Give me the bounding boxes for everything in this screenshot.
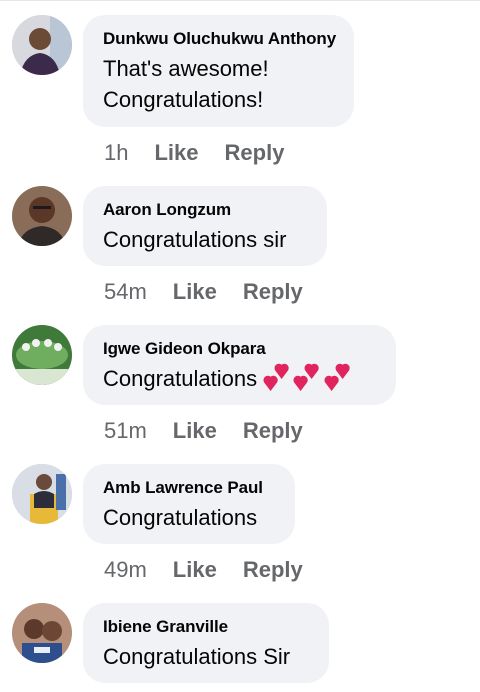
comment-actions: 51m Like Reply xyxy=(104,418,303,444)
profile-photo-icon xyxy=(12,464,72,524)
top-divider xyxy=(0,0,480,1)
profile-photo-icon xyxy=(12,186,72,246)
reply-button[interactable]: Reply xyxy=(243,279,303,304)
comment-time[interactable]: 1h xyxy=(104,140,128,165)
comment-actions: 49m Like Reply xyxy=(104,557,303,583)
profile-photo-icon xyxy=(12,325,72,385)
like-button[interactable]: Like xyxy=(154,140,198,165)
avatar[interactable] xyxy=(12,464,72,524)
comment-author[interactable]: Igwe Gideon Okpara xyxy=(103,338,374,360)
reply-button[interactable]: Reply xyxy=(243,418,303,443)
comment-text-line: Congratulations xyxy=(103,505,258,530)
profile-photo-icon xyxy=(12,15,72,75)
comment-text-line: Congratulations Sir xyxy=(103,644,291,669)
comment-time[interactable]: 49m xyxy=(104,557,147,582)
comment-author[interactable]: Amb Lawrence Paul xyxy=(103,477,273,499)
like-button[interactable]: Like xyxy=(173,279,217,304)
comment-author[interactable]: Ibiene Granville xyxy=(103,616,307,638)
comment-time[interactable]: 51m xyxy=(104,418,147,443)
comment-text-line: Congratulations! xyxy=(103,87,264,112)
comment-bubble: Aaron Longzum Congratulations sir xyxy=(83,186,327,266)
heart-emoji-group-icon xyxy=(263,360,353,392)
reply-button[interactable]: Reply xyxy=(243,557,303,582)
comment-text-line: Congratulations xyxy=(103,363,374,396)
comment-bubble: Dunkwu Oluchukwu Anthony That's awesome!… xyxy=(83,15,354,127)
like-button[interactable]: Like xyxy=(173,557,217,582)
comment-text-line: That's awesome! xyxy=(103,56,269,81)
profile-photo-icon xyxy=(12,603,72,663)
reply-button[interactable]: Reply xyxy=(225,140,285,165)
comment-text-line: Congratulations sir xyxy=(103,227,287,252)
avatar[interactable] xyxy=(12,603,72,663)
comment-author[interactable]: Aaron Longzum xyxy=(103,199,305,221)
comment-actions: 1h Like Reply xyxy=(104,140,284,166)
avatar[interactable] xyxy=(12,325,72,385)
avatar[interactable] xyxy=(12,15,72,75)
comment-author[interactable]: Dunkwu Oluchukwu Anthony xyxy=(103,28,336,50)
comment-bubble: Amb Lawrence Paul Congratulations xyxy=(83,464,295,544)
comment-actions: 54m Like Reply xyxy=(104,279,303,305)
comment-bubble: Igwe Gideon Okpara Congratulations xyxy=(83,325,396,405)
comment-time[interactable]: 54m xyxy=(104,279,147,304)
comment-text: Congratulations xyxy=(103,366,258,391)
avatar[interactable] xyxy=(12,186,72,246)
comment-bubble: Ibiene Granville Congratulations Sir xyxy=(83,603,329,683)
like-button[interactable]: Like xyxy=(173,418,217,443)
